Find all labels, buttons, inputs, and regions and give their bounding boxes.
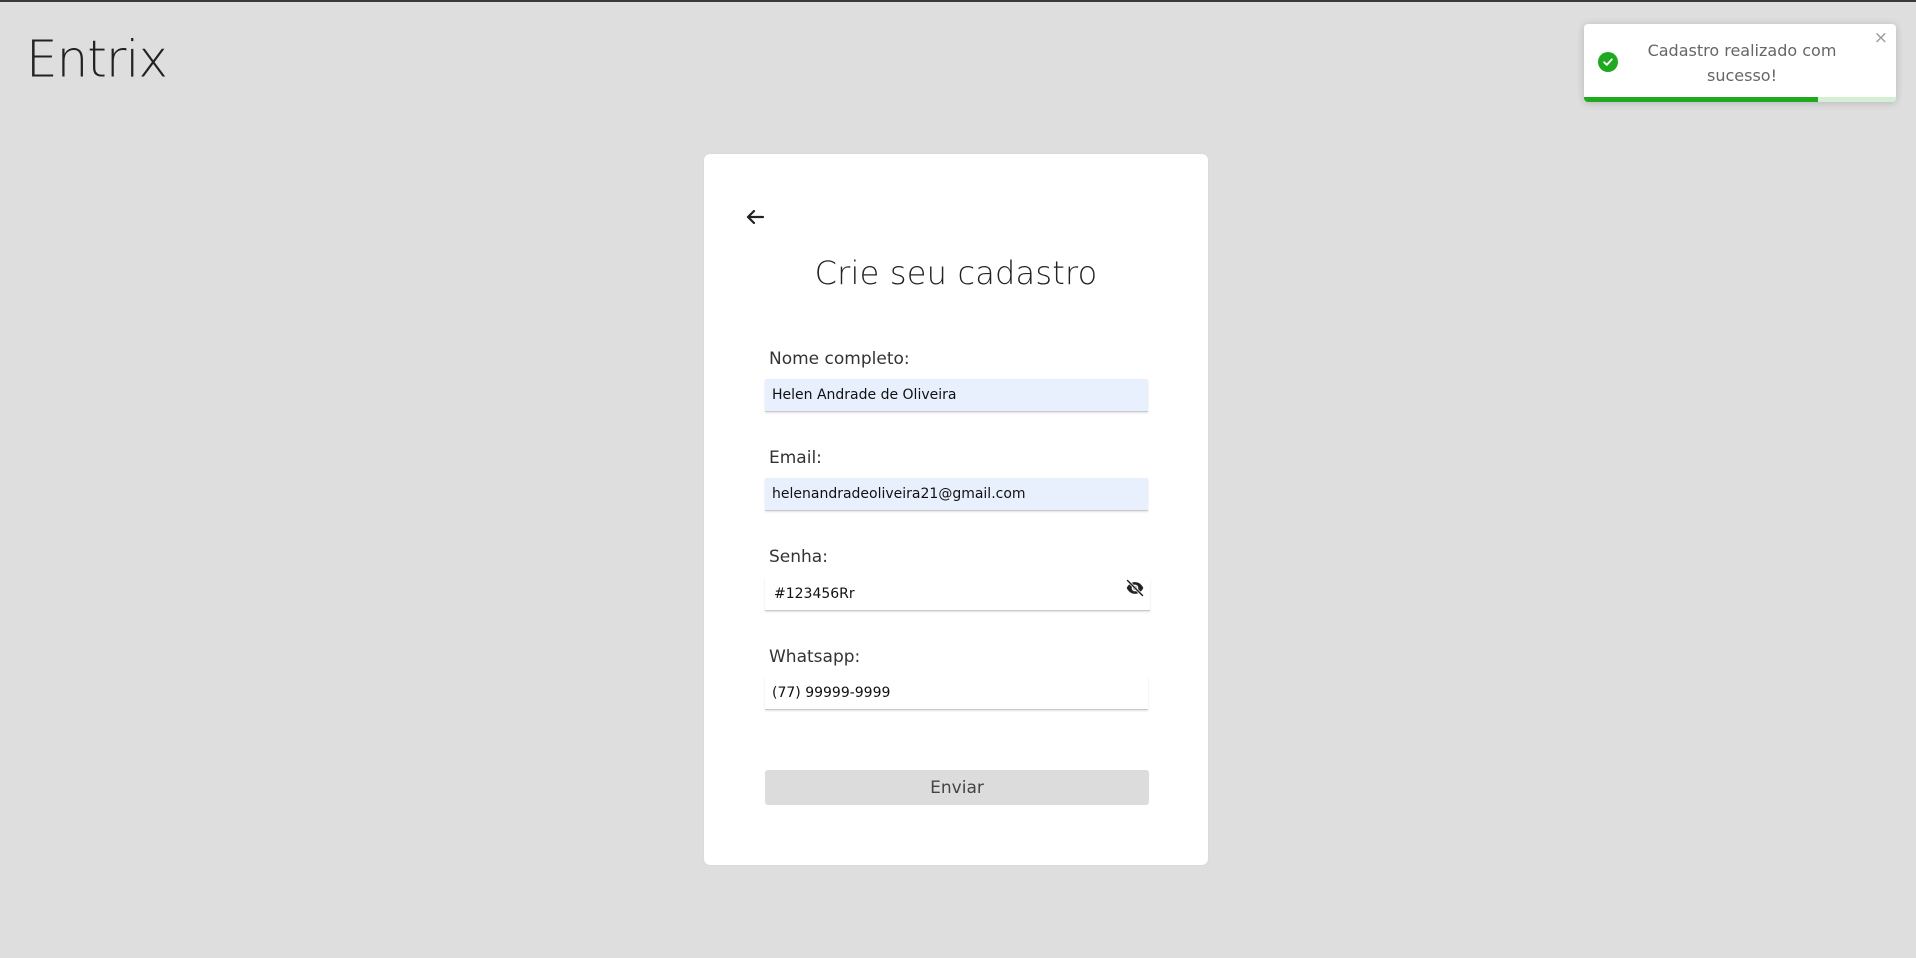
whatsapp-input[interactable] — [765, 677, 1148, 710]
success-toast: Cadastro realizado com sucesso! × — [1584, 24, 1896, 102]
toast-progress-bar — [1584, 97, 1818, 102]
app-brand: Entrix — [26, 29, 168, 89]
toast-progress-track — [1584, 97, 1896, 102]
page-title: Crie seu cadastro — [814, 254, 1098, 292]
check-circle-icon — [1598, 52, 1618, 72]
toast-message: Cadastro realizado com sucesso! — [1647, 41, 1837, 85]
eye-off-icon[interactable] — [1125, 578, 1145, 598]
full-name-input[interactable] — [765, 379, 1148, 412]
whatsapp-label: Whatsapp: — [769, 647, 861, 667]
signup-card: Crie seu cadastro Nome completo: Email: … — [704, 154, 1208, 865]
password-input[interactable] — [765, 578, 1150, 611]
password-label: Senha: — [769, 547, 828, 567]
close-icon[interactable]: × — [1874, 28, 1888, 48]
name-label: Nome completo: — [769, 349, 910, 369]
arrow-left-icon[interactable] — [743, 205, 767, 229]
email-label: Email: — [769, 448, 822, 468]
submit-button[interactable]: Enviar — [765, 770, 1149, 805]
email-input[interactable] — [765, 478, 1148, 511]
